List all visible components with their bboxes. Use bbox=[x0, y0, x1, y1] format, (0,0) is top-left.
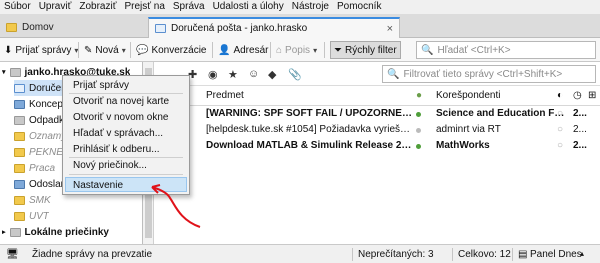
today-pane-icon[interactable]: ▤ bbox=[518, 249, 527, 260]
chevron-up-icon[interactable]: ▴ bbox=[580, 249, 584, 258]
total-count: Celkovo: 12 bbox=[458, 249, 511, 260]
status-divider bbox=[352, 248, 353, 261]
status-divider bbox=[512, 248, 513, 261]
unread-count: Neprečítaných: 3 bbox=[358, 249, 434, 260]
status-bar: 🖥 Žiadne správy na prevzatie Neprečítaný… bbox=[0, 244, 600, 263]
today-pane-button[interactable]: Panel Dnes bbox=[530, 249, 582, 260]
status-message: Žiadne správy na prevzatie bbox=[32, 249, 153, 260]
status-divider bbox=[452, 248, 453, 261]
annotation-arrow-icon bbox=[151, 184, 201, 228]
network-icon[interactable]: 🖥 bbox=[6, 249, 19, 260]
